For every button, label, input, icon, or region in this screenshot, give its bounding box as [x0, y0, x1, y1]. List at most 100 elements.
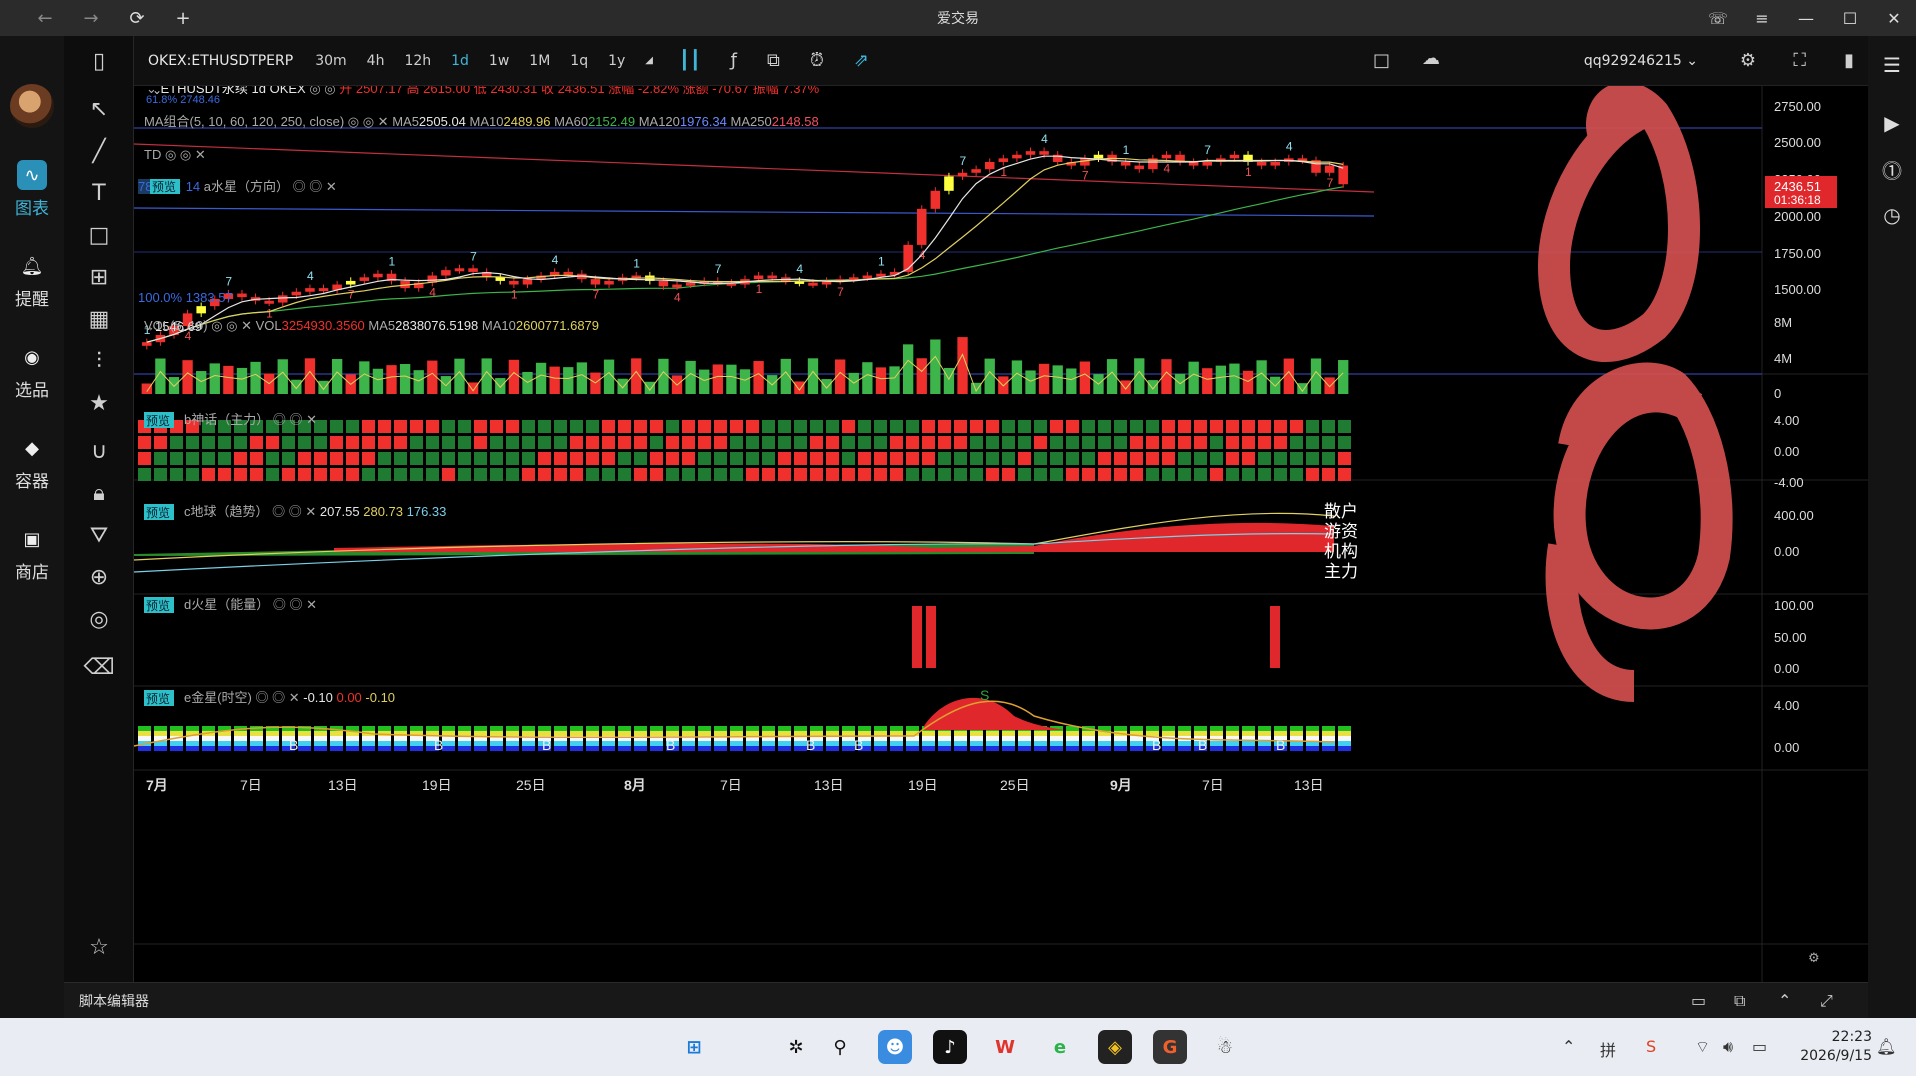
b-cell[interactable] — [874, 468, 887, 481]
e-cell[interactable] — [490, 726, 503, 731]
e-cell[interactable] — [1034, 741, 1047, 746]
b-cell[interactable] — [1338, 468, 1351, 481]
b-cell[interactable] — [1146, 436, 1159, 449]
e-cell[interactable] — [1290, 746, 1303, 751]
b-cell[interactable] — [1242, 452, 1255, 465]
e-cell[interactable] — [1242, 741, 1255, 746]
ma120-line[interactable] — [134, 207, 1375, 217]
b-cell[interactable] — [186, 452, 199, 465]
e-cell[interactable] — [618, 726, 631, 731]
e-cell[interactable] — [202, 736, 215, 741]
volume-bar[interactable] — [930, 339, 941, 394]
b-cell[interactable] — [266, 452, 279, 465]
e-cell[interactable] — [602, 741, 615, 746]
e-cell[interactable] — [906, 726, 919, 731]
volume-bar[interactable] — [386, 365, 397, 394]
adjust-tool-icon[interactable]: ⫶ — [64, 340, 134, 382]
e-cell[interactable] — [954, 736, 967, 741]
candle[interactable] — [373, 273, 383, 278]
e-cell[interactable] — [410, 736, 423, 741]
b-cell[interactable] — [714, 420, 727, 433]
e-cell[interactable] — [170, 741, 183, 746]
b-cell[interactable] — [634, 452, 647, 465]
e-cell[interactable] — [586, 741, 599, 746]
e-cell[interactable] — [954, 746, 967, 751]
user-annotation-markup[interactable] — [1537, 86, 1733, 702]
b-cell[interactable] — [666, 436, 679, 449]
b-cell[interactable] — [314, 436, 327, 449]
b-cell[interactable] — [698, 468, 711, 481]
eraser-icon[interactable]: ⌫ — [64, 646, 134, 688]
b-cell[interactable] — [602, 452, 615, 465]
price-pane[interactable]: 1 471471471471471471 47147147147 — [134, 132, 1375, 350]
b-cell[interactable] — [170, 436, 183, 449]
e-cell[interactable] — [394, 746, 407, 751]
e-cell[interactable] — [1274, 731, 1287, 736]
timeframe-1w[interactable]: 1w — [489, 53, 509, 69]
b-cell[interactable] — [906, 452, 919, 465]
b-cell[interactable] — [634, 420, 647, 433]
b-cell[interactable] — [154, 468, 167, 481]
e-cell[interactable] — [810, 726, 823, 731]
e-cell[interactable] — [730, 746, 743, 751]
b-cell[interactable] — [1050, 452, 1063, 465]
candle[interactable] — [930, 190, 941, 209]
e-cell[interactable] — [506, 746, 519, 751]
b-cell[interactable] — [842, 468, 855, 481]
e-cell[interactable] — [1210, 746, 1223, 751]
volume-bar[interactable] — [1052, 365, 1063, 394]
b-cell[interactable] — [1130, 452, 1143, 465]
b-cell[interactable] — [458, 468, 471, 481]
b-cell[interactable] — [378, 436, 391, 449]
e-cell[interactable] — [746, 741, 759, 746]
e-cell[interactable] — [970, 736, 983, 741]
e-cell[interactable] — [1114, 746, 1127, 751]
alert-add-icon[interactable]: ⏰︎ — [810, 50, 824, 71]
e-cell[interactable] — [138, 726, 151, 731]
b-cell[interactable] — [1338, 420, 1351, 433]
e-cell[interactable] — [554, 741, 567, 746]
b-cell[interactable] — [666, 468, 679, 481]
b-cell[interactable] — [858, 468, 871, 481]
list-icon[interactable]: ☰ — [1868, 42, 1916, 88]
volume-bar[interactable] — [549, 366, 560, 394]
e-cell[interactable] — [906, 741, 919, 746]
e-cell[interactable] — [458, 731, 471, 736]
volume-bar[interactable] — [794, 381, 805, 394]
e-cell[interactable] — [826, 746, 839, 751]
e-cell[interactable] — [986, 741, 999, 746]
chart-area[interactable]: 147147147147147147147147147147 BBBBBBBBB… — [134, 86, 1868, 982]
b-cell[interactable] — [746, 436, 759, 449]
b-cell[interactable] — [1098, 468, 1111, 481]
candle[interactable] — [984, 161, 995, 170]
volume-bar[interactable] — [250, 361, 261, 394]
b-cell[interactable] — [1114, 436, 1127, 449]
b-cell[interactable] — [746, 420, 759, 433]
b-cell[interactable] — [506, 468, 519, 481]
e-cell[interactable] — [218, 736, 231, 741]
e-cell[interactable] — [410, 726, 423, 731]
e-cell[interactable] — [842, 731, 855, 736]
e-cell[interactable] — [346, 746, 359, 751]
e-cell[interactable] — [618, 741, 631, 746]
timeframe-12h[interactable]: 12h — [404, 53, 431, 69]
app-g-icon[interactable]: G — [1153, 1030, 1187, 1064]
b-cell[interactable] — [618, 436, 631, 449]
e-cell[interactable] — [1242, 731, 1255, 736]
chevron-up-icon[interactable]: ⌃ — [1778, 991, 1791, 1010]
e-cell[interactable] — [842, 726, 855, 731]
b-cell[interactable] — [730, 436, 743, 449]
e-cell[interactable] — [1178, 746, 1191, 751]
b-cell[interactable] — [1242, 420, 1255, 433]
e-cell[interactable] — [1226, 746, 1239, 751]
volume-bar[interactable] — [1297, 383, 1308, 394]
e-cell[interactable] — [250, 736, 263, 741]
b-cell[interactable] — [1210, 420, 1223, 433]
b-cell[interactable] — [826, 436, 839, 449]
e-cell[interactable] — [650, 741, 663, 746]
b-cell[interactable] — [1130, 420, 1143, 433]
e-cell[interactable] — [698, 741, 711, 746]
e-cell[interactable] — [1018, 736, 1031, 741]
e-cell[interactable] — [458, 741, 471, 746]
e-cell[interactable] — [186, 741, 199, 746]
